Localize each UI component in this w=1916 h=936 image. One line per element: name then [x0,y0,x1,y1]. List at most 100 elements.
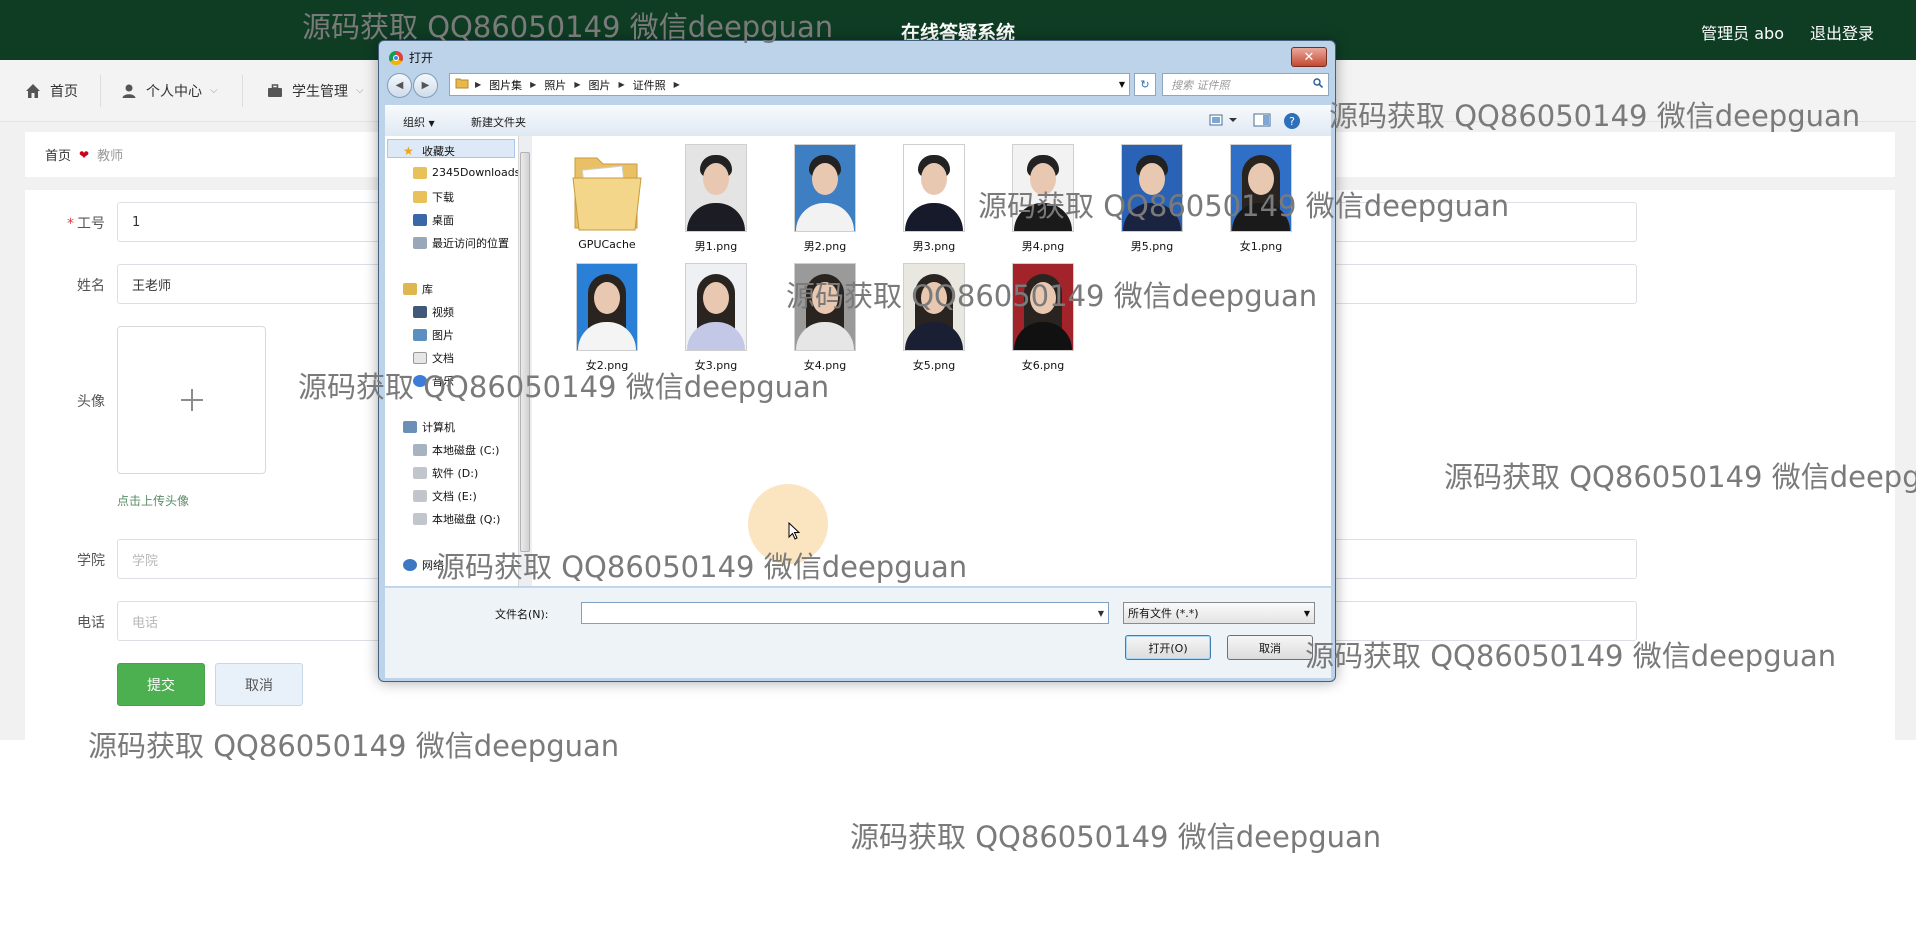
file-name: 女2.png [585,359,629,372]
help-icon[interactable]: ? [1283,112,1301,129]
phone-label: 电话 [77,615,105,631]
id-label: * 工号 [25,213,105,233]
photo-thumbnail [794,144,856,232]
forward-arrow-icon: ▶ [421,80,430,91]
tree-item-pictures[interactable]: 图片 [413,327,454,343]
dropdown-arrow-icon: ▼ [1303,609,1310,618]
nav-item-students[interactable]: 学生管理 ⌵ [266,60,364,121]
tree-item-drive-d[interactable]: 软件 (D:) [413,465,478,481]
open-button[interactable]: 打开(O) [1125,635,1211,660]
file-item[interactable]: 男5.png [1109,144,1195,254]
file-name: 男3.png [912,240,956,253]
file-item[interactable]: 女3.png [673,263,759,373]
tree-label: 收藏夹 [422,145,455,158]
new-folder-button[interactable]: 新建文件夹 [471,114,526,130]
tree-favorites[interactable]: ★ 收藏夹 [403,143,455,159]
file-item[interactable]: 女1.png [1218,144,1304,254]
nav-divider [100,75,101,107]
drive-icon [413,444,427,456]
required-mark: * [67,216,74,232]
nav-label: 学生管理 [292,83,348,100]
search-placeholder: 搜索 证件照 [1171,78,1230,92]
tree-item-recent[interactable]: 最近访问的位置 [413,235,509,251]
tree-item-downloads[interactable]: 下载 [413,189,454,205]
file-item[interactable]: 女6.png [1000,263,1086,373]
photo-thumbnail [685,144,747,232]
nav-item-profile[interactable]: 个人中心 ⌵ [120,60,218,121]
scrollbar-thumb[interactable] [520,152,530,552]
photo-thumbnail [576,263,638,351]
folder-icon [571,144,643,232]
file-item[interactable]: 女5.png [891,263,977,373]
nav-item-home[interactable]: 首页 [24,60,78,121]
path-segment[interactable]: 照片 [544,77,566,93]
forward-button[interactable]: ▶ [413,73,438,98]
document-icon [413,352,427,364]
photo-thumbnail [903,263,965,351]
tree-scrollbar[interactable] [518,136,532,586]
file-item[interactable]: 男1.png [673,144,759,254]
dropdown-arrow-icon[interactable]: ▼ [1119,80,1125,89]
path-segment[interactable]: 图片 [588,77,610,93]
tree-item-downloads2345[interactable]: 2345Downloads [413,166,520,179]
path-segment[interactable]: 证件照 [633,77,666,93]
file-item[interactable]: GPUCache [564,144,650,251]
tree-item-desktop[interactable]: 桌面 [413,212,454,228]
back-button[interactable]: ◀ [387,73,412,98]
refresh-icon: ↻ [1140,78,1150,91]
avatar-upload[interactable] [117,326,266,474]
file-item[interactable]: 男2.png [782,144,868,254]
star-icon: ★ [403,144,414,158]
dropdown-arrow-icon: ▼ [428,119,435,128]
tree-network[interactable]: 网络 [403,557,444,573]
dialog-cancel-button[interactable]: 取消 [1227,635,1313,660]
tree-label: 图片 [432,329,454,342]
tree-label: 下载 [432,191,454,204]
close-button[interactable]: ✕ [1291,47,1327,67]
tree-label: 音乐 [432,375,454,388]
preview-pane-icon[interactable] [1253,112,1271,128]
photo-thumbnail [1012,144,1074,232]
refresh-button[interactable]: ↻ [1134,73,1156,96]
filetype-select[interactable]: 所有文件 (*.*) ▼ [1123,602,1315,624]
chrome-icon [389,50,403,65]
file-item[interactable]: 女4.png [782,263,868,373]
tree-item-drive-e[interactable]: 文档 (E:) [413,488,477,504]
path-segment[interactable]: 图片集 [489,77,522,93]
desktop-icon [413,214,427,226]
photo-thumbnail [685,263,747,351]
filename-input[interactable]: ▼ [581,602,1109,624]
path-field[interactable]: ▶ 图片集 ▶ 照片 ▶ 图片 ▶ 证件照 ▶ ▼ [449,73,1130,96]
submit-button[interactable]: 提交 [117,663,205,706]
view-options-button[interactable] [1209,112,1237,128]
drive-icon [413,467,427,479]
tree-item-drive-q[interactable]: 本地磁盘 (Q:) [413,511,500,527]
home-icon [24,82,42,100]
chevron-down-icon: ⌵ [356,85,364,96]
tree-label: 网络 [422,559,444,572]
logout-link[interactable]: 退出登录 [1810,20,1874,44]
pictures-icon [413,329,427,341]
tree-item-music[interactable]: 音乐 [413,373,454,389]
dropdown-arrow-icon[interactable]: ▼ [1098,609,1104,618]
id-label-text: 工号 [77,216,105,232]
folder-icon [455,77,469,92]
filename-label: 文件名(N): [495,608,549,621]
file-item[interactable]: 男4.png [1000,144,1086,254]
tree-item-documents[interactable]: 文档 [413,350,454,366]
filetype-value: 所有文件 (*.*) [1128,607,1199,620]
path-separator-icon: ▶ [673,80,680,89]
photo-thumbnail [1230,144,1292,232]
organize-button[interactable]: 组织 ▼ [403,114,435,130]
search-field[interactable]: 搜索 证件照 [1162,73,1329,96]
breadcrumb-home[interactable]: 首页 [45,145,71,164]
upload-tip: 点击上传头像 [117,494,190,508]
tree-item-videos[interactable]: 视频 [413,304,454,320]
file-item[interactable]: 女2.png [564,263,650,373]
photo-thumbnail [1121,144,1183,232]
cancel-button[interactable]: 取消 [215,663,303,706]
tree-computer[interactable]: 计算机 [403,419,455,435]
tree-item-drive-c[interactable]: 本地磁盘 (C:) [413,442,499,458]
file-item[interactable]: 男3.png [891,144,977,254]
tree-library[interactable]: 库 [403,281,433,297]
